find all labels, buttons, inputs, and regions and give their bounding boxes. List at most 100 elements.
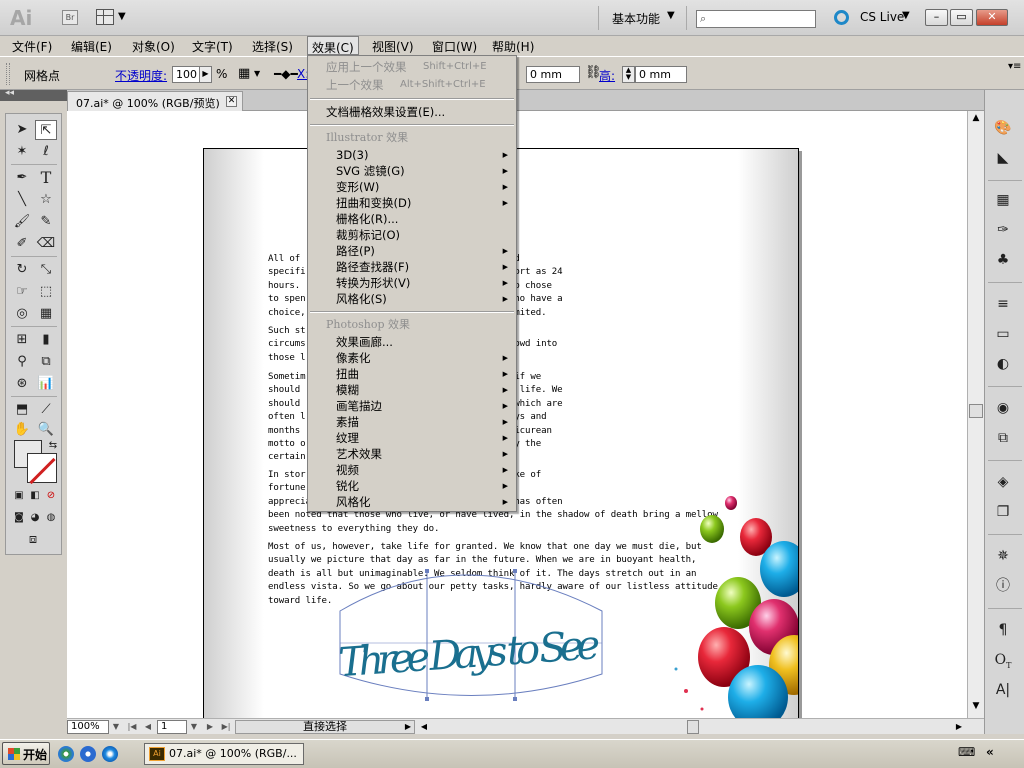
opacity-input[interactable]: 100 [172, 66, 200, 83]
menu-file[interactable]: 文件(F) [12, 38, 52, 55]
free-transform-tool-icon[interactable]: ⬚ [35, 282, 57, 302]
slice-tool-icon[interactable]: ⟋ [35, 400, 57, 420]
status-menu-icon[interactable]: ▶ [401, 720, 415, 734]
reference-point-icon[interactable]: ▦ [238, 66, 250, 81]
align-icon[interactable]: ━◆━ [274, 67, 298, 81]
close-button[interactable]: ✕ [976, 9, 1008, 26]
menu-item-distort-transform[interactable]: 扭曲和变换(D) ▶ [308, 195, 516, 211]
opacity-link[interactable]: 不透明度: [115, 67, 167, 84]
transparency-icon[interactable]: ◐ [993, 354, 1013, 374]
arrange-documents-button[interactable]: ▼ [96, 9, 128, 26]
none-mode-icon[interactable]: ⊘ [40, 486, 62, 506]
width-input[interactable]: 0 mm [526, 66, 580, 83]
internet-explorer-icon[interactable] [102, 746, 118, 762]
maximize-button[interactable]: ▭ [950, 9, 973, 26]
panel-grip[interactable] [6, 63, 10, 85]
stroke-icon[interactable]: ≡ [993, 294, 1013, 314]
menu-item-texture[interactable]: 纹理 ▶ [308, 430, 516, 446]
current-tool-status[interactable]: 直接选择 [235, 720, 415, 734]
paragraph-icon[interactable]: ¶ [993, 620, 1013, 640]
menu-item-warp[interactable]: 变形(W) ▶ [308, 179, 516, 195]
cs-live-button[interactable]: CS Live [860, 10, 904, 24]
chevron-down-icon[interactable]: ▼ [187, 720, 201, 734]
opentype-icon[interactable]: OT [993, 650, 1013, 670]
blob-brush-tool-icon[interactable]: ✐ [11, 234, 33, 254]
scrollbar-thumb[interactable] [969, 404, 983, 418]
brushes-icon[interactable]: ✑ [993, 220, 1013, 240]
document-canvas[interactable]: All of the hero had only a limited and s… [67, 111, 967, 718]
type-tool-icon[interactable]: T [35, 168, 57, 188]
chevron-down-icon[interactable]: ▼ [902, 10, 910, 21]
height-input[interactable]: 0 mm [635, 66, 687, 83]
menu-item-pixelate[interactable]: 像素化 ▶ [308, 350, 516, 366]
blend-tool-icon[interactable]: ⧉ [35, 352, 57, 372]
color-guide-icon[interactable]: ◣ [993, 148, 1013, 168]
media-player-icon[interactable] [58, 746, 74, 762]
minimize-button[interactable]: – [925, 9, 948, 26]
menu-view[interactable]: 视图(V) [372, 38, 414, 55]
symbol-sprayer-tool-icon[interactable]: ⊛ [11, 374, 33, 394]
menu-item-crop-marks[interactable]: 裁剪标记(O) [308, 227, 516, 243]
shape-builder-tool-icon[interactable]: ◎ [11, 304, 33, 324]
layers-icon[interactable]: ◈ [993, 472, 1013, 492]
menu-help[interactable]: 帮助(H) [492, 38, 534, 55]
menu-item-pathfinder[interactable]: 路径查找器(F) ▶ [308, 259, 516, 275]
menu-item-brush-strokes[interactable]: 画笔描边 ▶ [308, 398, 516, 414]
zoom-level-field[interactable]: 100% [67, 720, 109, 734]
menu-item-video[interactable]: 视频 ▶ [308, 462, 516, 478]
scroll-up-icon[interactable]: ▲ [970, 113, 982, 125]
panel-menu-icon[interactable]: ▾≡ [1008, 61, 1021, 72]
scale-tool-icon[interactable]: ⤡ [35, 260, 57, 280]
document-tab[interactable]: 07.ai* @ 100% (RGB/预览) ✕ [67, 91, 243, 111]
paintbrush-tool-icon[interactable]: 🖌 [11, 212, 33, 232]
gradient-icon[interactable]: ▭ [993, 324, 1013, 344]
scroll-right-icon[interactable]: ▶ [952, 720, 966, 734]
start-button[interactable]: 开始 [2, 742, 50, 765]
menu-item-svg-filters[interactable]: SVG 滤镜(G) ▶ [308, 163, 516, 179]
tools-panel-header[interactable]: ◂◂ [0, 88, 67, 101]
next-artboard-icon[interactable]: ▶ [203, 720, 217, 734]
pencil-tool-icon[interactable]: ✎ [35, 212, 57, 232]
menu-item-sharpen[interactable]: 锐化 ▶ [308, 478, 516, 494]
height-stepper[interactable]: ▲ ▼ [622, 66, 635, 83]
keyboard-tray-icon[interactable]: ⌨ [958, 745, 975, 759]
selection-tool-icon[interactable]: ➤ [11, 120, 33, 140]
workspace-switcher[interactable]: 基本功能 [612, 10, 660, 27]
graphic-styles-icon[interactable]: ⧉ [993, 428, 1013, 448]
menu-item-artistic[interactable]: 艺术效果 ▶ [308, 446, 516, 462]
perspective-grid-tool-icon[interactable]: ▦ [35, 304, 57, 324]
menu-type[interactable]: 文字(T) [192, 38, 233, 55]
warp-tool-icon[interactable]: ☞ [11, 282, 33, 302]
artboard-number-field[interactable]: 1 [157, 720, 187, 734]
title-art-graphic[interactable]: Three Days to See [332, 549, 612, 709]
column-graph-tool-icon[interactable]: 📊 [35, 374, 57, 394]
menu-effect[interactable]: 效果(C) [307, 36, 359, 55]
menu-item-path[interactable]: 路径(P) ▶ [308, 243, 516, 259]
hand-tool-icon[interactable]: ✋ [11, 420, 33, 440]
chevron-down-icon[interactable]: ▼ [667, 10, 675, 21]
pen-tool-icon[interactable]: ✒ [11, 168, 33, 188]
menu-edit[interactable]: 编辑(E) [71, 38, 112, 55]
scroll-down-icon[interactable]: ▼ [970, 701, 982, 713]
chevron-down-icon[interactable]: ▼ [254, 69, 260, 78]
menu-item-convert-to-shape[interactable]: 转换为形状(V) ▶ [308, 275, 516, 291]
last-artboard-icon[interactable]: ▶| [219, 720, 233, 734]
line-tool-icon[interactable]: ╲ [11, 190, 33, 210]
eyedropper-tool-icon[interactable]: ⚲ [11, 352, 33, 372]
balloons-image[interactable] [624, 479, 799, 718]
menu-object[interactable]: 对象(O) [132, 38, 175, 55]
swap-colors-icon[interactable]: ⇆ [42, 436, 64, 456]
menu-item-document-raster-effects-settings[interactable]: 文档栅格效果设置(E)... [308, 104, 516, 120]
menu-item-stylize-ps[interactable]: 风格化 ▶ [308, 494, 516, 510]
collapse-icon[interactable]: ◂◂ [5, 88, 14, 98]
bridge-button[interactable]: Br [62, 10, 78, 25]
swatches-icon[interactable]: ▦ [993, 190, 1013, 210]
menu-item-3d[interactable]: 3D(3) ▶ [308, 147, 516, 163]
navigator-icon[interactable]: ✵ [993, 546, 1013, 566]
first-artboard-icon[interactable]: |◀ [125, 720, 139, 734]
menu-item-distort[interactable]: 扭曲 ▶ [308, 366, 516, 382]
stroke-color-swatch[interactable] [27, 453, 57, 483]
close-icon[interactable]: ✕ [226, 96, 237, 107]
menu-item-stylize[interactable]: 风格化(S) ▶ [308, 291, 516, 307]
gradient-tool-icon[interactable]: ▮ [35, 330, 57, 350]
